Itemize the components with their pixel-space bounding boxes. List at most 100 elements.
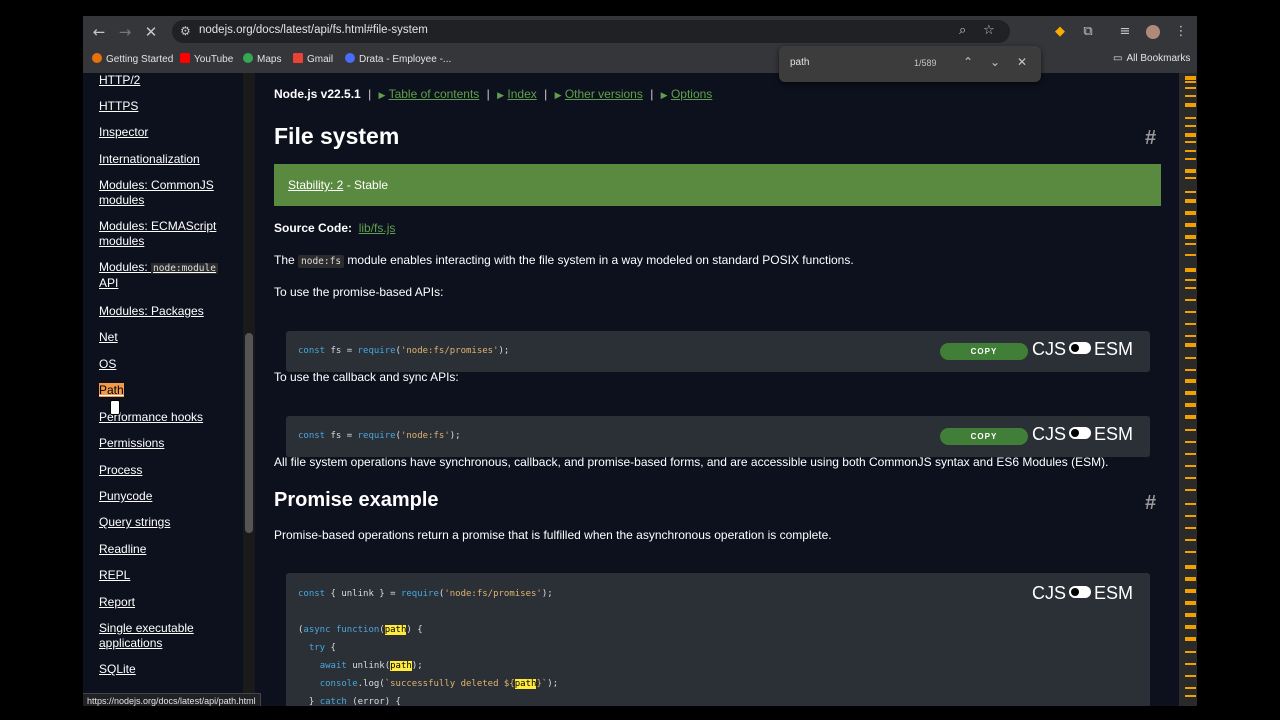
find-match-tick [1185, 311, 1196, 313]
cjs-esm-toggle[interactable]: CJS ESM [1032, 583, 1133, 604]
sidebar-item-modules-commonjs[interactable]: Modules: CommonJS modules [99, 178, 229, 208]
sidebar-item-os[interactable]: OS [99, 357, 229, 372]
stability-link[interactable]: Stability: 2 [288, 178, 343, 192]
url-text: nodejs.org/docs/latest/api/fs.html#file-… [199, 24, 428, 36]
stop-loading-icon[interactable]: ✕ [141, 22, 161, 42]
find-match-tick [1185, 299, 1196, 301]
find-highlight: Path [99, 383, 124, 397]
forward-icon[interactable]: → [115, 22, 135, 42]
source-link[interactable]: lib/fs.js [359, 221, 396, 235]
find-match-tick [1185, 95, 1196, 97]
toc-link[interactable]: Table of contents [389, 87, 480, 101]
find-match-tick [1185, 453, 1196, 455]
sidebar-scrollbar[interactable] [243, 73, 255, 706]
sidebar-item-http2[interactable]: HTTP/2 [99, 73, 229, 88]
menu-kebab-icon[interactable]: ⋮ [1171, 22, 1191, 42]
sidebar-item-punycode[interactable]: Punycode [99, 489, 229, 504]
find-bar: path 1/589 ⌃ ⌄ ✕ [779, 46, 1041, 82]
sidebar-item-readline[interactable]: Readline [99, 542, 229, 557]
promise-example-heading: Promise example [274, 489, 439, 511]
bookmark-star-icon[interactable]: ☆ [983, 23, 995, 38]
copy-button[interactable]: COPY [940, 343, 1028, 360]
page-title: File system [274, 123, 400, 149]
find-match-tick [1185, 577, 1196, 581]
find-match-tick [1185, 695, 1196, 697]
sidebar-scroll-thumb[interactable] [245, 333, 253, 533]
profile-avatar-icon[interactable] [1143, 22, 1163, 42]
find-match-tick [1185, 133, 1196, 137]
stability-banner: Stability: 2 - Stable [274, 164, 1161, 206]
sidebar-item-permissions[interactable]: Permissions [99, 436, 229, 451]
find-match-tick [1185, 117, 1196, 119]
sidebar-item-net[interactable]: Net [99, 330, 229, 345]
sidebar-item-internationalization[interactable]: Internationalization [99, 152, 229, 167]
find-match-tick [1185, 141, 1196, 143]
browser-window: ← → ✕ ⚙ nodejs.org/docs/latest/api/fs.ht… [83, 16, 1197, 706]
sidebar-item-modules-node-module[interactable]: Modules: node:module API [99, 260, 229, 291]
find-match-tick [1185, 87, 1196, 89]
toggle-switch-icon [1069, 586, 1092, 598]
promise-description: Promise-based operations return a promis… [274, 528, 832, 542]
find-match-tick [1185, 287, 1196, 289]
find-match-tick [1185, 539, 1196, 541]
code-block-promise-example: const { unlink } = require('node:fs/prom… [286, 573, 1150, 706]
find-close-icon[interactable]: ✕ [1014, 55, 1030, 69]
address-bar[interactable]: ⚙ nodejs.org/docs/latest/api/fs.html#fil… [172, 20, 1010, 43]
copy-button[interactable]: COPY [940, 428, 1028, 445]
code-block-callback: const fs = require('node:fs'); COPY CJS E… [286, 416, 1150, 457]
anchor-hash-link[interactable]: # [1145, 127, 1156, 150]
find-match-tick [1185, 391, 1196, 395]
anchor-hash-link[interactable]: # [1145, 492, 1156, 515]
node-version: Node.js v22.5.1 [274, 87, 361, 101]
find-input[interactable]: path [790, 57, 809, 68]
separator: | [650, 87, 654, 101]
find-match-tick [1185, 235, 1196, 239]
back-icon[interactable]: ← [89, 22, 109, 42]
sidebar-item-https[interactable]: HTTPS [99, 99, 229, 114]
find-match-tick [1185, 343, 1196, 347]
bookmark-youtube[interactable]: YouTube [180, 53, 233, 65]
find-match-tick [1185, 169, 1196, 173]
sidebar-item-modules-esm[interactable]: Modules: ECMAScript modules [99, 219, 229, 249]
extension-icon[interactable]: ◆ [1050, 22, 1070, 42]
source-label: Source Code: [274, 221, 353, 235]
other-versions-link[interactable]: Other versions [565, 87, 643, 101]
sidebar-item-path[interactable]: Path [99, 383, 229, 398]
code-line: console.log(`successfully deleted ${path… [319, 679, 559, 689]
source-code-line: Source Code: lib/fs.js [274, 221, 395, 235]
find-match-tick [1185, 687, 1196, 689]
code-line: try { [308, 643, 336, 653]
find-previous-icon[interactable]: ⌃ [960, 55, 976, 69]
all-bookmarks[interactable]: ▭ All Bookmarks [1113, 53, 1190, 64]
triangle-right-icon: ▶ [497, 91, 505, 101]
find-match-tick [1185, 125, 1196, 127]
drata-icon [345, 53, 355, 63]
find-count: 1/589 [914, 58, 937, 68]
find-next-icon[interactable]: ⌄ [987, 55, 1003, 69]
options-link[interactable]: Options [671, 87, 712, 101]
sidebar-item-inspector[interactable]: Inspector [99, 125, 229, 140]
bookmark-drata[interactable]: Drata - Employee -... [345, 53, 451, 65]
cjs-esm-toggle[interactable]: CJS ESM [1032, 424, 1133, 445]
find-in-page-icon[interactable]: ⌕ [959, 23, 966, 38]
site-info-icon[interactable]: ⚙ [180, 24, 191, 38]
sidebar-item-single-executable[interactable]: Single executable applications [99, 621, 229, 651]
bookmark-getting-started[interactable]: Getting Started [92, 53, 173, 65]
bookmark-gmail[interactable]: Gmail [293, 53, 333, 65]
index-link[interactable]: Index [507, 87, 536, 101]
all-ops-paragraph: All file system operations have synchron… [274, 455, 1109, 469]
sidebar-item-query-strings[interactable]: Query strings [99, 515, 229, 530]
find-match-tick [1185, 279, 1196, 281]
sidebar-item-report[interactable]: Report [99, 595, 229, 610]
sidebar-item-process[interactable]: Process [99, 463, 229, 478]
bookmark-maps[interactable]: Maps [243, 53, 281, 65]
sidebar-item-repl[interactable]: REPL [99, 568, 229, 583]
reading-list-icon[interactable]: ≡ [1115, 22, 1135, 42]
sidebar-item-sqlite[interactable]: SQLite [99, 662, 229, 677]
sidebar-item-modules-packages[interactable]: Modules: Packages [99, 304, 229, 319]
extensions-puzzle-icon[interactable]: ⧉ [1078, 22, 1098, 42]
find-match-tick [1185, 637, 1196, 641]
code-line: const fs = require('node:fs/promises'); [298, 346, 510, 356]
cjs-esm-toggle[interactable]: CJS ESM [1032, 339, 1133, 360]
page-scrollbar[interactable] [1179, 73, 1197, 706]
